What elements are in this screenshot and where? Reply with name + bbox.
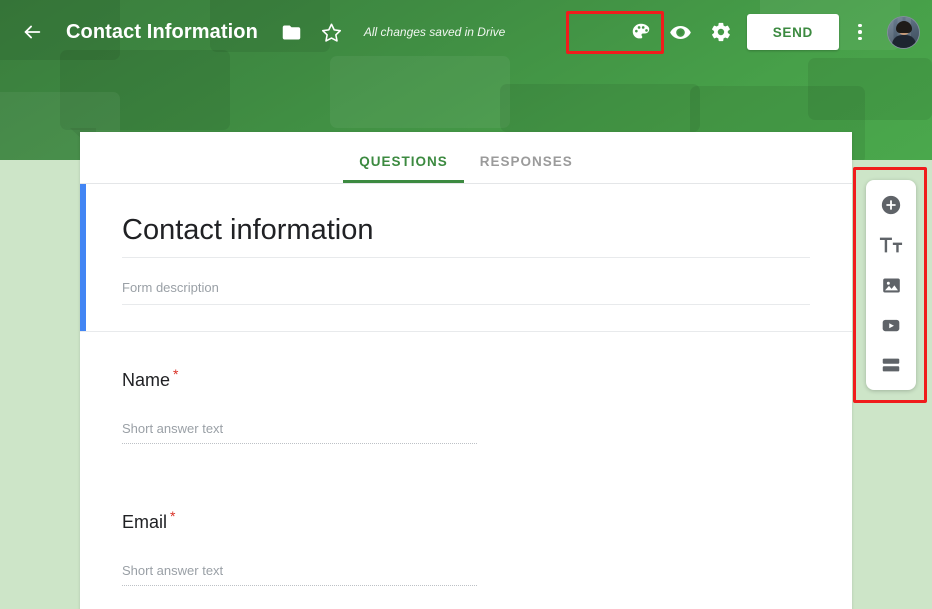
banner-decoration-shape xyxy=(330,56,510,128)
banner-decoration-shape xyxy=(808,58,932,120)
question-title-text: Email xyxy=(122,512,167,532)
avatar-hair xyxy=(896,21,912,33)
avatar-body xyxy=(892,35,916,49)
form-card: QUESTIONS RESPONSES Contact information … xyxy=(80,132,852,609)
settings-button[interactable] xyxy=(701,12,741,52)
banner-decoration-shape xyxy=(500,84,700,132)
save-status: All changes saved in Drive xyxy=(364,25,505,39)
palette-icon xyxy=(630,21,652,43)
add-title-button[interactable] xyxy=(874,230,908,260)
form-title-input[interactable]: Contact information xyxy=(122,214,810,258)
tab-questions[interactable]: QUESTIONS xyxy=(343,154,464,183)
add-image-button[interactable] xyxy=(874,270,908,300)
add-video-button[interactable] xyxy=(874,310,908,340)
theme-button[interactable] xyxy=(621,12,661,52)
kebab-menu-icon xyxy=(858,30,862,34)
top-toolbar: Contact Information All changes saved in… xyxy=(0,0,932,64)
kebab-menu-icon xyxy=(858,37,862,41)
google-forms-editor: Contact Information All changes saved in… xyxy=(0,0,932,609)
add-section-icon xyxy=(880,356,902,374)
eye-preview-icon xyxy=(669,21,692,44)
more-options-button[interactable] xyxy=(843,12,877,52)
star-outline-icon xyxy=(321,22,342,43)
add-image-icon xyxy=(881,275,902,296)
question-item[interactable]: Email* Short answer text xyxy=(80,474,852,609)
required-asterisk: * xyxy=(170,508,175,524)
kebab-menu-icon xyxy=(858,24,862,28)
folder-icon xyxy=(281,22,302,43)
gear-icon xyxy=(710,21,732,43)
back-button[interactable] xyxy=(12,12,52,52)
question-title-text: Name xyxy=(122,370,170,390)
question-title[interactable]: Name* xyxy=(122,366,810,391)
avatar[interactable] xyxy=(887,16,920,49)
back-arrow-icon xyxy=(21,21,43,43)
add-item-toolbar xyxy=(866,180,916,390)
question-item[interactable]: Name* Short answer text xyxy=(80,332,852,474)
question-title[interactable]: Email* xyxy=(122,508,810,533)
required-asterisk: * xyxy=(173,366,178,382)
add-video-icon xyxy=(880,315,902,336)
add-question-button[interactable] xyxy=(874,190,908,220)
tab-bar: QUESTIONS RESPONSES xyxy=(80,132,852,184)
form-header-block[interactable]: Contact information Form description xyxy=(80,184,852,332)
form-body: Contact information Form description Nam… xyxy=(80,184,852,609)
selected-block-accent-bar xyxy=(80,184,86,331)
short-answer-placeholder: Short answer text xyxy=(122,421,477,444)
star-button[interactable] xyxy=(312,12,352,52)
preview-button[interactable] xyxy=(661,12,701,52)
send-button[interactable]: SEND xyxy=(747,14,839,50)
move-to-folder-button[interactable] xyxy=(272,12,312,52)
tab-responses[interactable]: RESPONSES xyxy=(464,154,589,183)
page-title[interactable]: Contact Information xyxy=(66,21,258,44)
add-title-icon xyxy=(879,235,903,255)
form-description-input[interactable]: Form description xyxy=(122,280,810,305)
add-question-icon xyxy=(880,194,902,216)
add-section-button[interactable] xyxy=(874,350,908,380)
short-answer-placeholder: Short answer text xyxy=(122,563,477,586)
